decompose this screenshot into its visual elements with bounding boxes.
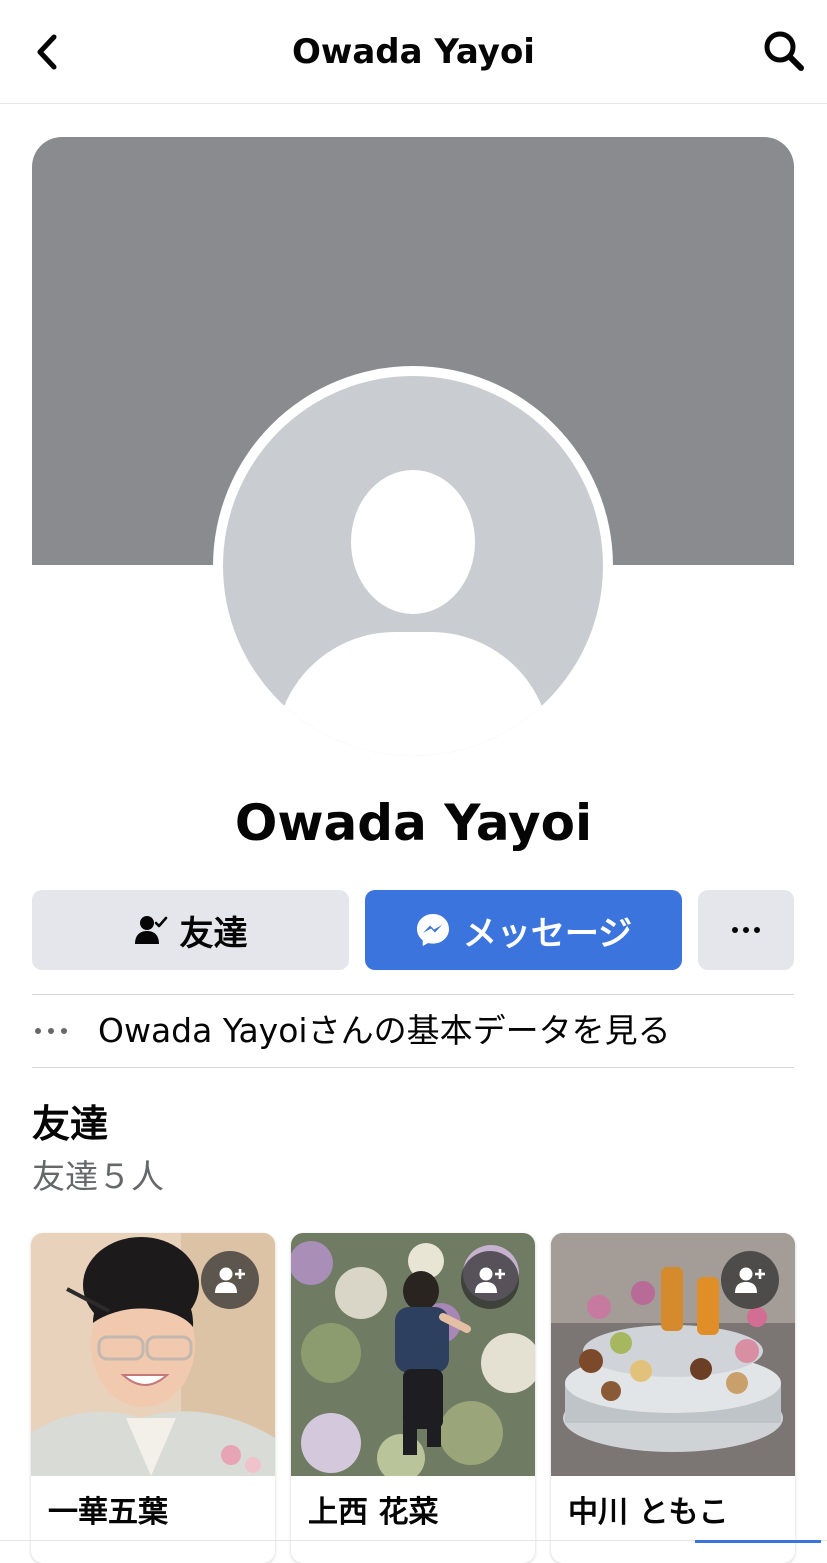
search-button[interactable] [759,26,809,76]
friend-name[interactable]: 一華五葉 [48,1493,168,1533]
friend-card[interactable]: 上西 花菜 [291,1233,535,1563]
message-button[interactable]: メッセージ [365,890,682,970]
profile-name: Owada Yayoi [234,794,593,852]
avatar-head-silhouette [351,470,475,614]
friend-card[interactable]: 一華五葉 [31,1233,275,1563]
top-bar: Owada Yayoi [0,0,827,104]
add-friend-button[interactable] [721,1251,779,1309]
friends-section-title: 友達 [32,1102,109,1146]
basic-info-text: Owada Yayoiさんの基本データを見る [98,1011,671,1050]
friends-button-label: 友達 [179,913,248,954]
add-friend-icon [215,1267,245,1293]
friend-check-icon [134,913,168,947]
add-friend-icon [475,1267,505,1293]
avatar-placeholder [223,376,603,756]
more-options-button[interactable] [698,890,794,970]
add-friend-button[interactable] [201,1251,259,1309]
page-title: Owada Yayoi [292,32,535,72]
friends-button[interactable]: 友達 [32,890,349,970]
profile-picture[interactable] [213,366,613,766]
messenger-icon [415,912,451,948]
more-dots-icon [32,1026,98,1036]
avatar-body-silhouette [275,632,551,756]
scroll-indicator [695,1540,821,1543]
basic-info-link[interactable]: Owada Yayoiさんの基本データを見る [32,994,794,1068]
friend-name[interactable]: 上西 花菜 [308,1493,438,1533]
friends-count: 友達５人 [32,1157,164,1196]
more-horizontal-icon [732,927,760,933]
add-friend-button[interactable] [461,1251,519,1309]
friend-name[interactable]: 中川 ともこ [568,1493,728,1533]
add-friend-icon [735,1267,765,1293]
search-icon [764,31,804,71]
friend-card[interactable]: 中川 ともこ [551,1233,795,1563]
message-button-label: メッセージ [462,913,633,954]
